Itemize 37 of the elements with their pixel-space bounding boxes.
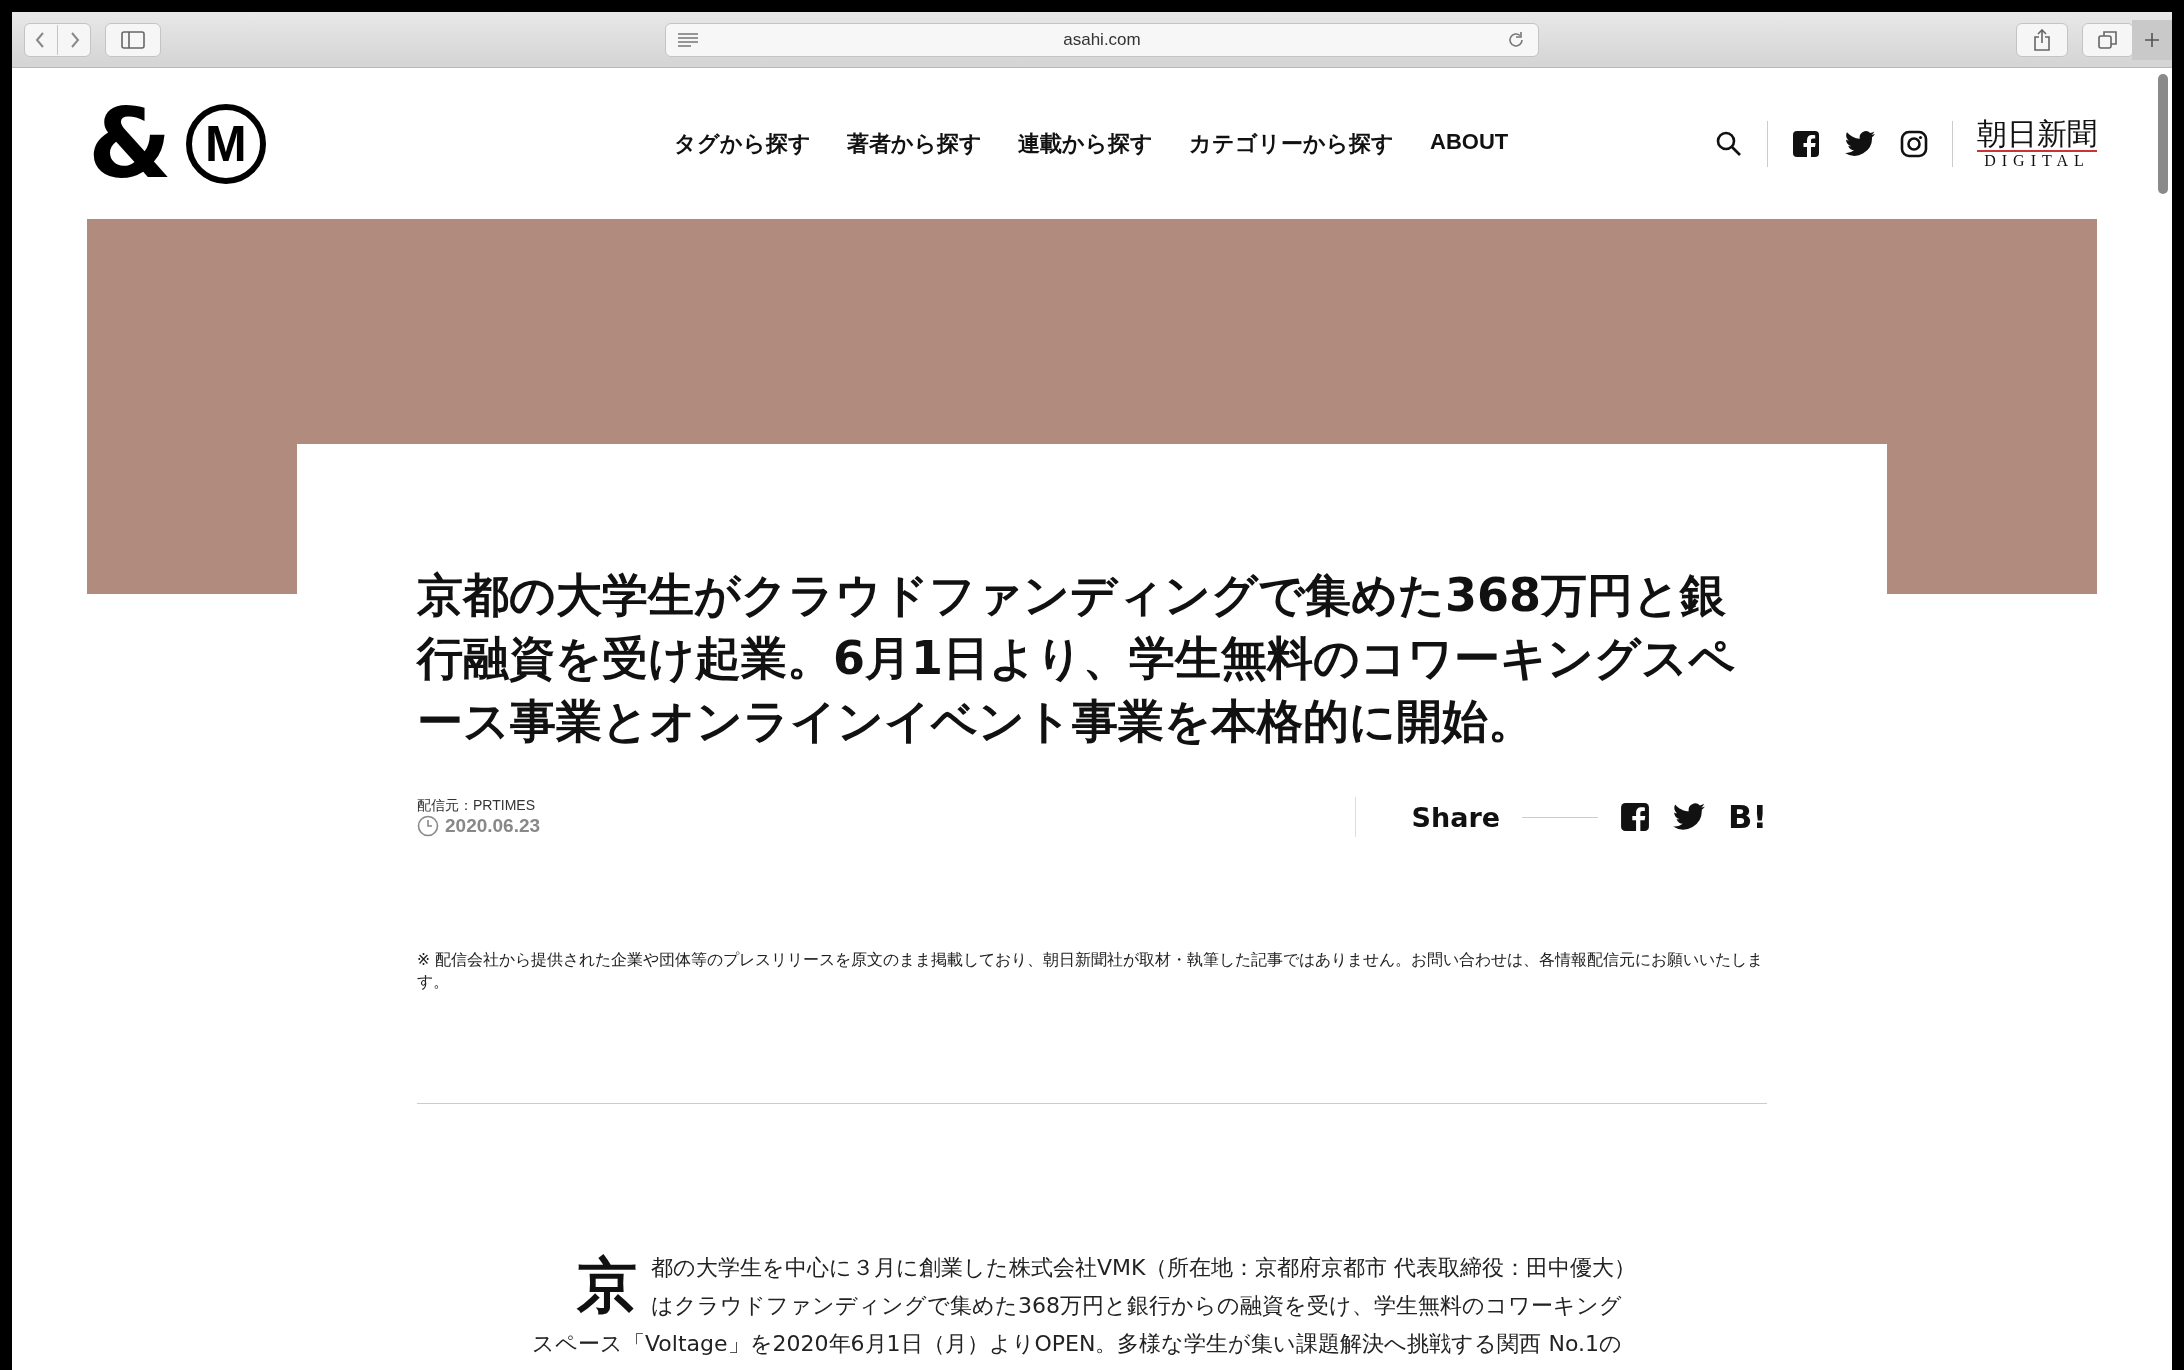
- nav-link[interactable]: ABOUT: [1430, 128, 1509, 159]
- sidebar-icon: [121, 30, 145, 49]
- body-paragraph: 京 都の大学生を中心に３月に創業した株式会社VMK（所在地：京都府京都市 代表取締役：田中優大）はクラウドファンディングで集めた368万円と銀行からの融資を受け、学生無料のコワーキングスペース「Voltage」を2020年6月1日（月）よりOPEN。多様な学生が集い課題解決へ挑戦する関西 No.1の: [532, 1249, 1638, 1358]
- share-icon: [2033, 28, 2051, 51]
- brand-subtitle[interactable]: DIGITAL: [1984, 152, 2090, 170]
- share-label: Share: [1411, 801, 1500, 833]
- publish-date: 2020.06.23: [445, 815, 541, 837]
- source-label: 配信元：PRTIMES: [417, 797, 536, 815]
- facebook-icon[interactable]: [1620, 802, 1650, 832]
- bookmark-link[interactable]: B!: [1728, 798, 1767, 836]
- brand-name[interactable]: 朝日新聞: [1977, 117, 2097, 152]
- disclaimer-text: ※ 配信会社から提供された企業や団体等のプレスリリースを原文のまま掲載しており、朝日新聞社が取材・執筆した記事ではありません。お問い合わせは、各情報配信元にお願いいたします。: [417, 950, 1764, 993]
- bird-icon[interactable]: [1672, 802, 1706, 832]
- back-forward-buttons[interactable]: [24, 22, 91, 57]
- url-text: asahi.com: [1062, 29, 1142, 50]
- camera-icon[interactable]: [1900, 129, 1928, 158]
- article-title: 京都の大学生がクラウドファンディングで集めた368万円と銀行融資を受け起業。6月1日より、学生無料のコワーキングスペース事業とオンラインイベント事業を本格的に開始。: [417, 567, 1736, 750]
- reader-icon[interactable]: [678, 32, 698, 47]
- reload-icon[interactable]: [1506, 29, 1526, 50]
- nav-link[interactable]: 連載から探す: [1018, 128, 1153, 159]
- address-bar[interactable]: asahi.com: [665, 22, 1539, 57]
- search-icon[interactable]: [1715, 129, 1743, 158]
- facebook-icon[interactable]: [1792, 129, 1820, 158]
- bird-icon[interactable]: [1844, 129, 1876, 158]
- sidebar-button[interactable]: [105, 22, 161, 57]
- logo-circled-letter[interactable]: M: [185, 103, 266, 184]
- logo-ampersand[interactable]: &: [88, 95, 172, 192]
- scrollbar[interactable]: [2158, 74, 2168, 194]
- new-tab-button[interactable]: [2132, 20, 2172, 60]
- plus-icon: [2144, 32, 2160, 48]
- tabs-button[interactable]: [2082, 22, 2134, 57]
- share-button[interactable]: [2016, 22, 2068, 57]
- tabs-icon: [2098, 29, 2118, 50]
- clock-icon: [417, 815, 439, 837]
- nav-link[interactable]: カテゴリーから探す: [1189, 128, 1394, 159]
- nav-link[interactable]: 著者から探す: [847, 128, 982, 159]
- nav-link[interactable]: タグから探す: [674, 128, 811, 159]
